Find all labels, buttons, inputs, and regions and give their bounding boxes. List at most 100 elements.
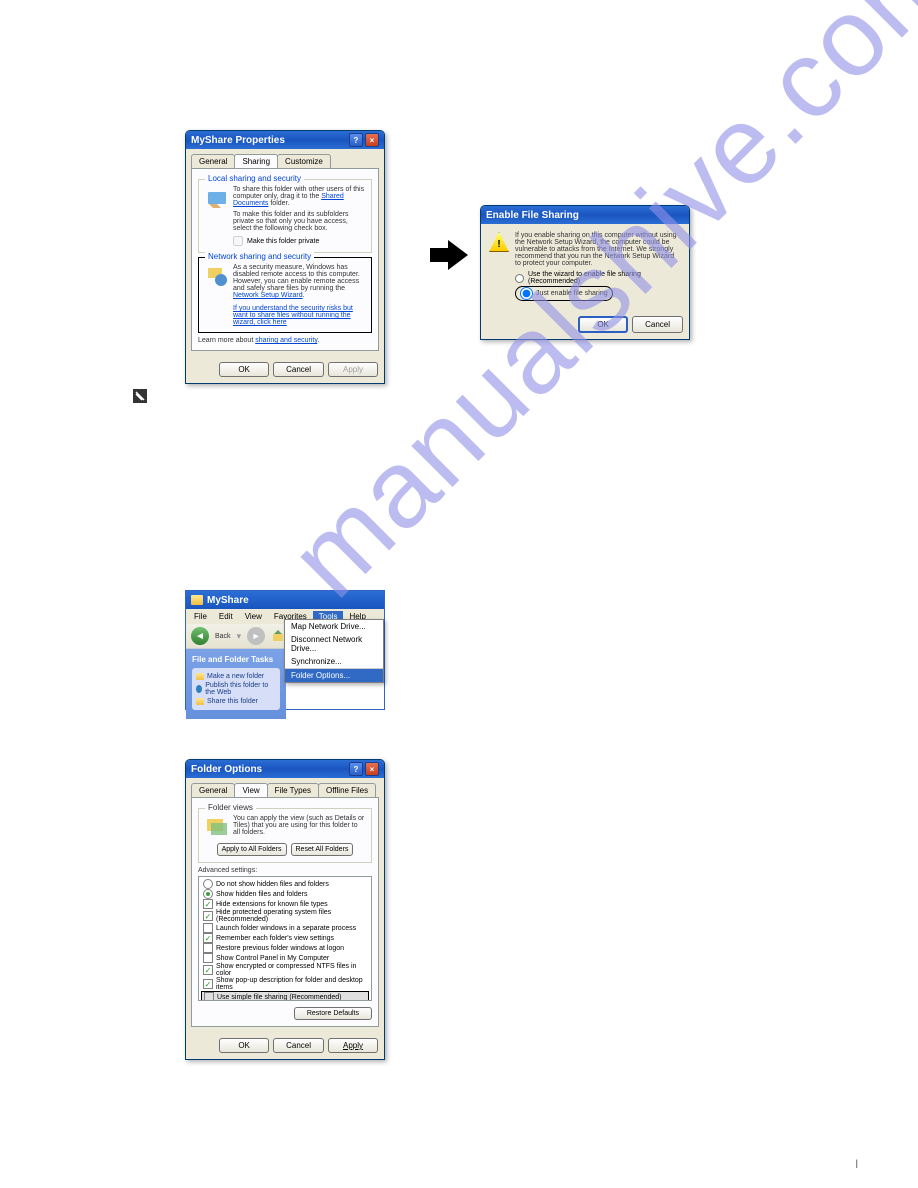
checkbox-icon: ✓ <box>203 933 213 943</box>
network-sharing-group: Network sharing and security As a securi… <box>198 257 372 333</box>
hand-folder-icon <box>205 186 229 210</box>
checkbox-icon <box>203 923 213 933</box>
network-folder-icon <box>205 264 229 288</box>
tab-offline-files[interactable]: Offline Files <box>318 783 376 797</box>
tab-file-types[interactable]: File Types <box>267 783 319 797</box>
menu-file[interactable]: File <box>188 611 213 622</box>
note-icon <box>133 389 147 403</box>
sharing-security-link[interactable]: sharing and security <box>255 337 317 344</box>
adv-item[interactable]: ✓Show pop-up description for folder and … <box>201 977 369 991</box>
just-enable-radio[interactable]: Just enable file sharing <box>515 286 613 301</box>
ok-button[interactable]: OK <box>219 362 269 377</box>
disconnect-drive-item[interactable]: Disconnect Network Drive... <box>285 633 383 655</box>
apply-button[interactable]: Apply <box>328 362 378 377</box>
adv-item-simple-sharing[interactable]: Use simple file sharing (Recommended) <box>201 991 369 1001</box>
radio-input[interactable] <box>520 287 533 300</box>
advanced-settings-list[interactable]: Do not show hidden files and folders Sho… <box>198 876 372 1001</box>
tab-general[interactable]: General <box>191 154 235 168</box>
apply-button[interactable]: Apply <box>328 1038 378 1053</box>
adv-item[interactable]: ✓Show encrypted or compressed NTFS files… <box>201 963 369 977</box>
chevron-down-icon[interactable]: ▾ <box>237 631 242 642</box>
adv-item[interactable]: Show Control Panel in My Computer <box>201 953 369 963</box>
back-label: Back <box>215 633 231 640</box>
button-row: OK Cancel <box>481 310 689 339</box>
globe-icon <box>196 685 202 693</box>
tab-strip: General View File Types Offline Files <box>186 778 384 797</box>
folder-options-window: Folder Options ? × General View File Typ… <box>185 759 385 1060</box>
adv-item[interactable]: Restore previous folder windows at logon <box>201 943 369 953</box>
adv-item[interactable]: Do not show hidden files and folders <box>201 879 369 889</box>
window-title: Folder Options <box>191 764 262 775</box>
cancel-button[interactable]: Cancel <box>632 316 683 333</box>
up-icon[interactable] <box>271 628 285 644</box>
advanced-label: Advanced settings: <box>198 867 372 874</box>
footer-separator: | <box>856 1158 858 1168</box>
folder-view-icon <box>205 815 229 839</box>
ok-button[interactable]: OK <box>219 1038 269 1053</box>
synchronize-item[interactable]: Synchronize... <box>285 655 383 668</box>
arrow-right-icon <box>430 240 470 270</box>
close-button[interactable]: × <box>365 762 379 776</box>
cancel-button[interactable]: Cancel <box>273 1038 324 1053</box>
radio-input[interactable] <box>515 274 524 283</box>
network-text: As a security measure, Windows has disab… <box>233 264 365 299</box>
checkbox-input[interactable] <box>233 236 243 246</box>
adv-item[interactable]: ✓Hide extensions for known file types <box>201 899 369 909</box>
tab-customize[interactable]: Customize <box>277 154 331 168</box>
radio-icon <box>203 879 213 889</box>
tab-general[interactable]: General <box>191 783 235 797</box>
menu-edit[interactable]: Edit <box>213 611 239 622</box>
adv-item[interactable]: Show hidden files and folders <box>201 889 369 899</box>
close-button[interactable]: × <box>365 133 379 147</box>
tab-sharing[interactable]: Sharing <box>234 154 278 168</box>
page-footer: | <box>856 1158 858 1168</box>
apply-all-folders-button[interactable]: Apply to All Folders <box>217 843 287 856</box>
ok-button[interactable]: OK <box>578 316 628 333</box>
group-title: Local sharing and security <box>205 174 304 183</box>
use-wizard-radio[interactable]: Use the wizard to enable file sharing (R… <box>515 271 681 285</box>
titlebar: Folder Options ? × <box>186 760 384 778</box>
help-button[interactable]: ? <box>349 133 363 147</box>
group-title: Folder views <box>205 803 256 812</box>
learn-more: Learn more about sharing and security. <box>198 337 372 344</box>
map-drive-item[interactable]: Map Network Drive... <box>285 620 383 633</box>
share-task[interactable]: Share this folder <box>196 697 276 706</box>
checkbox-icon <box>203 943 213 953</box>
share-icon <box>196 698 204 705</box>
adv-item[interactable]: ✓Remember each folder's view settings <box>201 933 369 943</box>
menu-view[interactable]: View <box>239 611 268 622</box>
window-title: MyShare <box>207 595 249 606</box>
titlebar: MyShare <box>186 591 384 609</box>
button-row: OK Cancel Apply <box>186 356 384 383</box>
reset-all-folders-button[interactable]: Reset All Folders <box>291 843 354 856</box>
tab-view[interactable]: View <box>234 783 267 797</box>
back-button[interactable]: ◄ <box>191 627 209 645</box>
checkbox-icon: ✓ <box>203 911 213 921</box>
make-private-checkbox[interactable]: Make this folder private <box>233 236 365 246</box>
enable-file-sharing-window: Enable File Sharing ! If you enable shar… <box>480 205 690 340</box>
publish-task[interactable]: Publish this folder to the Web <box>196 681 276 697</box>
folder-views-group: Folder views You can apply the view (suc… <box>198 808 372 863</box>
folder-icon <box>196 673 204 680</box>
checkbox-icon: ✓ <box>203 899 213 909</box>
forward-button[interactable]: ► <box>247 627 265 645</box>
help-button[interactable]: ? <box>349 762 363 776</box>
private-text: To make this folder and its subfolders p… <box>233 211 365 232</box>
button-row: OK Cancel Apply <box>186 1032 384 1059</box>
local-share-text: To share this folder with other users of… <box>233 186 365 207</box>
network-wizard-link[interactable]: Network Setup Wizard <box>233 292 303 299</box>
adv-item[interactable]: ✓Hide protected operating system files (… <box>201 909 369 923</box>
titlebar: MyShare Properties ? × <box>186 131 384 149</box>
warning-icon: ! <box>489 232 509 252</box>
folder-options-item[interactable]: Folder Options... <box>285 669 383 682</box>
new-folder-task[interactable]: Make a new folder <box>196 672 276 681</box>
adv-item[interactable]: Launch folder windows in a separate proc… <box>201 923 369 933</box>
explorer-window: MyShare File Edit View Favorites Tools H… <box>185 590 385 710</box>
group-title: Network sharing and security <box>205 252 314 261</box>
tab-panel: Local sharing and security To share this… <box>191 168 379 351</box>
window-title: MyShare Properties <box>191 135 285 146</box>
restore-defaults-button[interactable]: Restore Defaults <box>294 1007 372 1020</box>
cancel-button[interactable]: Cancel <box>273 362 324 377</box>
understand-risks-link[interactable]: If you understand the security risks but… <box>233 305 365 326</box>
folder-views-text: You can apply the view (such as Details … <box>233 815 365 839</box>
